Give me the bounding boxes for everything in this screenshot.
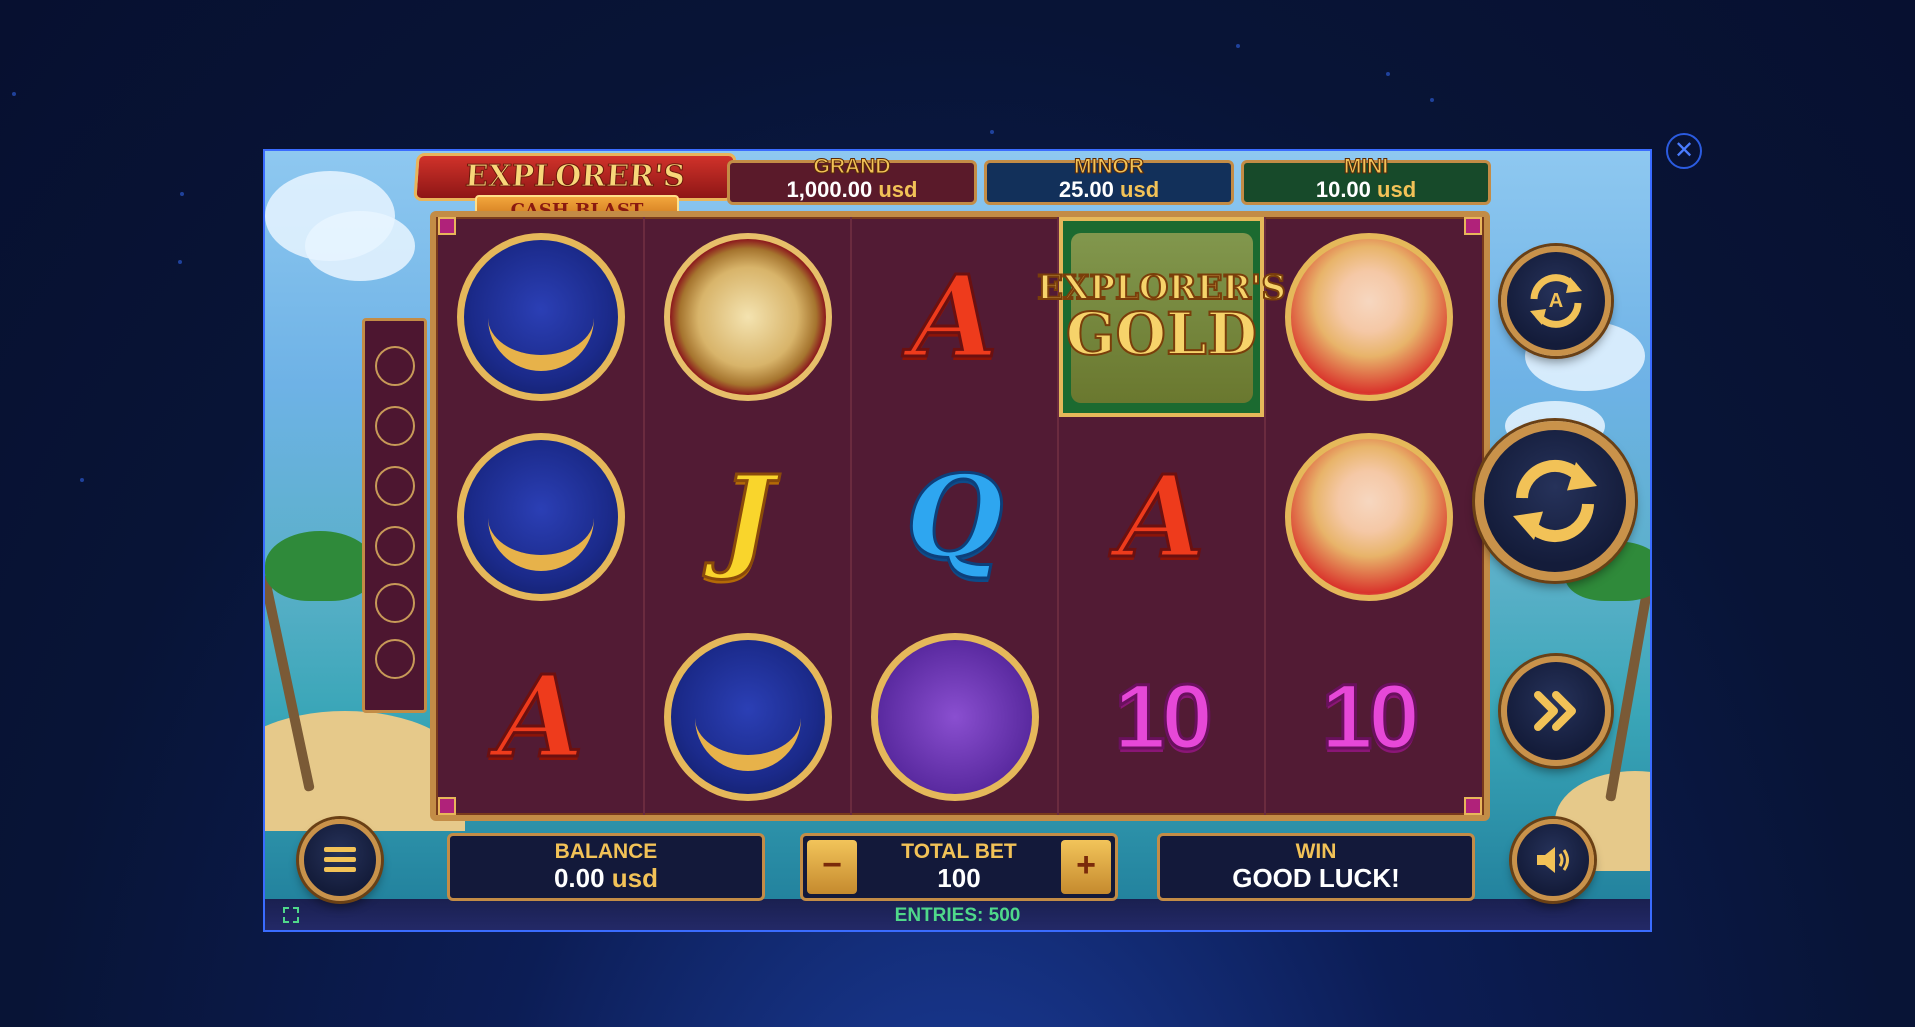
- jackpot-grand-label: GRAND: [813, 155, 891, 179]
- background-star: [1386, 72, 1390, 76]
- symbol-ten: 10: [1320, 664, 1421, 769]
- compass-icon: [663, 233, 832, 401]
- autoplay-icon: A: [1530, 274, 1582, 328]
- menu-button[interactable]: [299, 819, 381, 901]
- background-star: [178, 260, 182, 264]
- symbol-a: A: [910, 250, 1000, 384]
- symbol-j: J: [720, 450, 776, 584]
- queen-icon: [1284, 433, 1453, 601]
- total-bet-panel: − TOTAL BET 100 +: [800, 833, 1118, 901]
- menu-icon: [324, 847, 356, 872]
- logo-title: EXPLORER'S GOLD: [413, 153, 737, 237]
- jackpot-minor: MINOR 25.00 usd: [984, 155, 1234, 205]
- background-star: [12, 92, 16, 96]
- cloud: [305, 211, 415, 281]
- symbol-queen: [1266, 417, 1471, 617]
- entries-count: ENTRIES: 500: [894, 905, 1021, 926]
- payline-slot: [375, 583, 415, 623]
- sound-button[interactable]: [1512, 819, 1594, 901]
- increase-bet-button[interactable]: +: [1061, 840, 1111, 894]
- turbo-icon: [1534, 691, 1576, 731]
- fullscreen-icon[interactable]: [283, 907, 299, 923]
- close-icon: ✕: [1673, 137, 1695, 164]
- win-panel: WIN GOOD LUCK!: [1157, 833, 1475, 901]
- balance-label: BALANCE: [554, 840, 658, 863]
- background-star: [80, 478, 84, 482]
- turbo-button[interactable]: [1501, 656, 1611, 766]
- symbol-scatter: EXPLORER'S GOLD: [1036, 217, 1287, 417]
- background-star: [180, 192, 184, 196]
- payline-slot: [375, 406, 415, 446]
- jackpot-mini-amount: 10.00 usd: [1315, 177, 1417, 202]
- payline-slot: [375, 346, 415, 386]
- palm-leaves: [265, 531, 375, 601]
- spin-icon: [1513, 459, 1597, 543]
- jackpot-minor-label: MINOR: [1074, 155, 1145, 179]
- background-star: [990, 130, 994, 134]
- balance-value: 0.00 usd: [553, 863, 659, 893]
- symbol-necklace: [438, 417, 643, 617]
- spin-button[interactable]: [1475, 421, 1635, 581]
- close-button[interactable]: ✕: [1666, 133, 1702, 169]
- symbol-a: A: [1117, 450, 1207, 584]
- symbol-necklace: [645, 617, 850, 817]
- symbol-sextant: [852, 617, 1057, 817]
- payline-slot: [375, 466, 415, 506]
- jackpot-mini: MINI 10.00 usd: [1241, 155, 1491, 205]
- sound-icon: [1537, 847, 1569, 873]
- autoplay-button[interactable]: A: [1501, 246, 1611, 356]
- symbol-a: A: [496, 650, 586, 784]
- win-value: GOOD LUCK!: [1232, 863, 1400, 893]
- symbol-necklace: [438, 217, 643, 417]
- necklace-icon: [456, 433, 625, 601]
- sextant-icon: [870, 633, 1039, 801]
- jackpot-mini-label: MINI: [1343, 155, 1389, 179]
- balance-panel: BALANCE 0.00 usd: [447, 833, 765, 901]
- symbol-q: Q: [904, 450, 1005, 584]
- palm-tree: [1605, 583, 1650, 802]
- reel-grid: A J A Q EXPLORER'S GOLD A 10 10: [430, 211, 1490, 821]
- win-label: WIN: [1295, 840, 1337, 863]
- jackpot-grand-amount: 1,000.00 usd: [786, 177, 918, 202]
- necklace-icon: [663, 633, 832, 801]
- payline-slot: [375, 639, 415, 679]
- scatter-line2: GOLD: [1065, 300, 1258, 368]
- background-star: [1236, 44, 1240, 48]
- background-star: [1430, 98, 1434, 102]
- necklace-icon: [456, 233, 625, 401]
- jackpot-minor-amount: 25.00 usd: [1058, 177, 1160, 202]
- symbol-ten: 10: [1113, 664, 1214, 769]
- payline-slot: [375, 526, 415, 566]
- paylines-indicator: [362, 318, 427, 713]
- jackpot-grand: GRAND 1,000.00 usd: [727, 155, 977, 205]
- queen-icon: [1284, 233, 1453, 401]
- game-window: EXPLORER'S GOLD CASH BLAST GRAND 1,000.0…: [263, 149, 1652, 932]
- symbol-compass: [645, 217, 850, 417]
- symbol-queen: [1266, 217, 1471, 417]
- svg-text:A: A: [1549, 290, 1563, 312]
